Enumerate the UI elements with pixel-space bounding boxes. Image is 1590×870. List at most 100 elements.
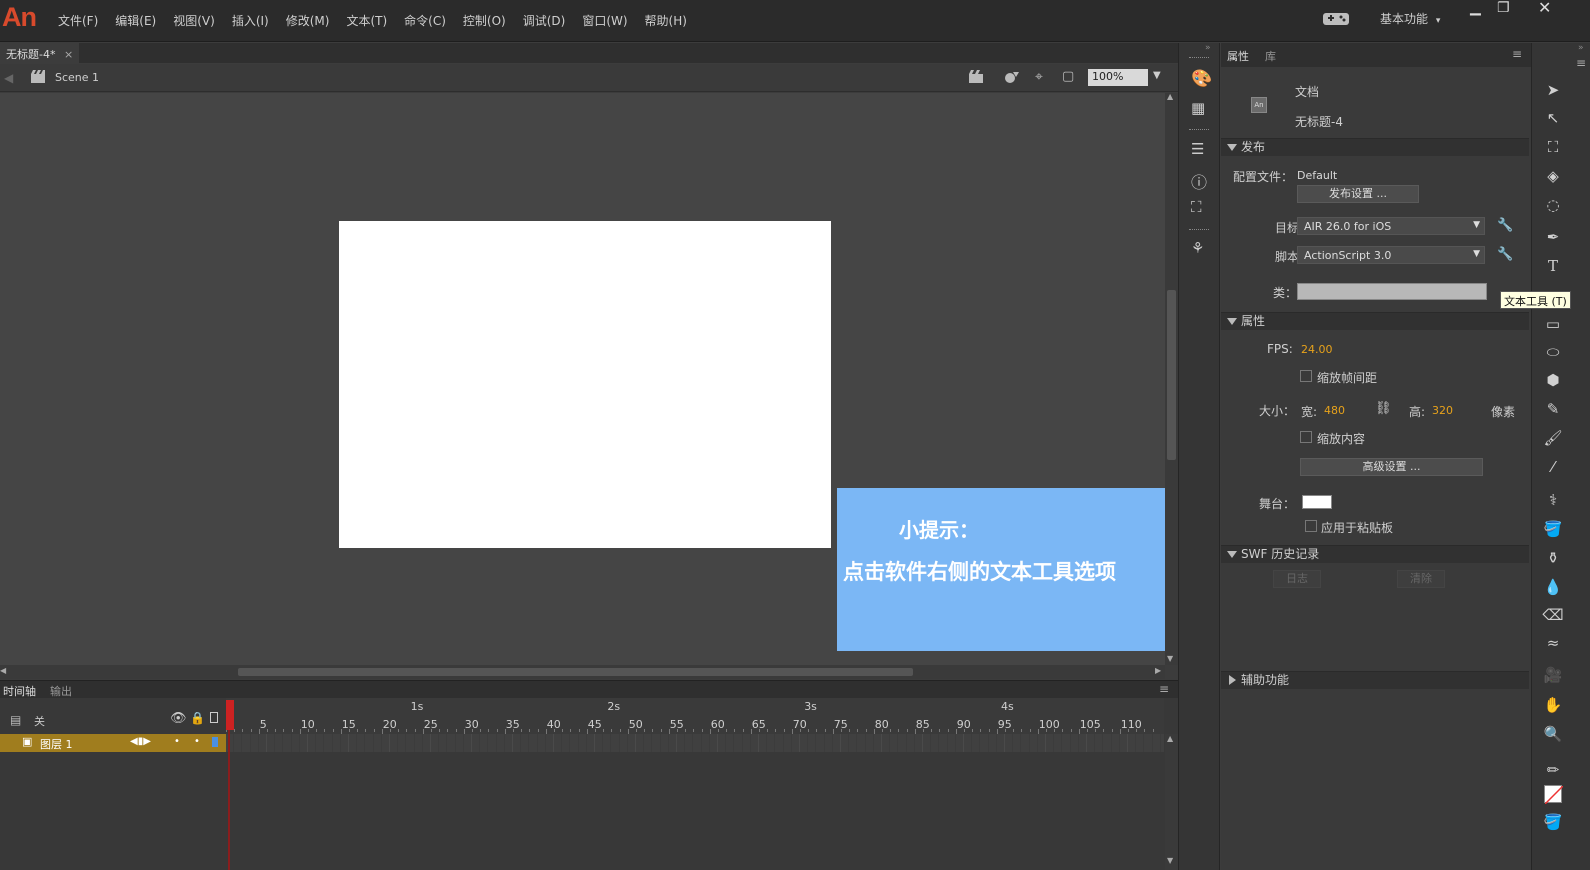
frame-cell[interactable] [595, 734, 604, 752]
frame-cell[interactable] [800, 734, 809, 752]
frame-cell[interactable] [964, 734, 973, 752]
frame-cell[interactable] [866, 734, 874, 752]
brush-tool-icon[interactable]: ⁄ [1542, 456, 1564, 478]
frame-cell[interactable] [669, 734, 677, 752]
ink-bottle-tool-icon[interactable]: ⚱ [1542, 547, 1564, 569]
pencil-tool-icon[interactable]: ✎ [1542, 398, 1564, 420]
stage-horizontal-scrollbar[interactable]: ◀ ▶ [0, 665, 1165, 679]
frame-cell[interactable] [242, 734, 251, 752]
frame-cell[interactable] [259, 734, 267, 752]
frame-cell[interactable] [390, 734, 399, 752]
hand-tool-icon[interactable]: ✋ [1542, 694, 1564, 716]
frame-cell[interactable] [300, 734, 308, 752]
frame-cell[interactable] [816, 734, 825, 752]
camera-tool-icon[interactable]: 🎥 [1542, 664, 1564, 686]
class-input[interactable] [1297, 283, 1487, 300]
scroll-down-icon[interactable]: ▼ [1167, 654, 1173, 663]
menu-file[interactable]: 文件(F) [58, 12, 98, 29]
frame-cell[interactable] [1103, 734, 1112, 752]
frame-cell[interactable] [505, 734, 513, 752]
frame-cell[interactable] [882, 734, 891, 752]
frame-cell[interactable] [251, 734, 259, 752]
frame-cell[interactable] [349, 734, 358, 752]
tab-timeline[interactable]: 时间轴 [3, 683, 36, 699]
lock-icon[interactable]: 🔒 [190, 711, 205, 725]
3d-rotation-tool-icon[interactable]: ◈ [1542, 165, 1564, 187]
frame-cell[interactable] [1062, 734, 1071, 752]
menu-modify[interactable]: 修改(M) [286, 12, 330, 29]
frame-cell[interactable] [677, 734, 686, 752]
log-button[interactable]: 日志 [1273, 570, 1321, 588]
script-dropdown[interactable]: ActionScript 3.0 ▼ [1297, 246, 1485, 264]
hscroll-thumb[interactable] [238, 668, 913, 676]
frame-cell[interactable] [923, 734, 932, 752]
frame-cell[interactable] [488, 734, 497, 752]
frame-cell[interactable] [554, 734, 563, 752]
paint-bucket-tool-icon[interactable]: 🪣 [1542, 518, 1564, 540]
swf-history-section-header[interactable]: SWF 历史记录 [1221, 545, 1529, 563]
menu-text[interactable]: 文本(T) [346, 12, 387, 29]
frame-cell[interactable] [702, 734, 710, 752]
scale-spans-checkbox[interactable] [1300, 370, 1312, 382]
text-tool-icon[interactable]: T [1542, 255, 1564, 277]
frame-cell[interactable] [1021, 734, 1030, 752]
apply-pasteboard-checkbox[interactable] [1305, 520, 1317, 532]
frame-cell[interactable] [365, 734, 374, 752]
frame-cell[interactable] [579, 734, 587, 752]
frame-cell[interactable] [283, 734, 292, 752]
frame-cell[interactable] [849, 734, 858, 752]
frame-cell[interactable] [652, 734, 661, 752]
frame-cell[interactable] [382, 734, 390, 752]
frame-cell[interactable] [456, 734, 464, 752]
frame-ruler[interactable]: 1510152025303540455055606570758085909510… [226, 698, 1164, 734]
tl-scroll-down-icon[interactable]: ▼ [1167, 856, 1173, 865]
tab-output[interactable]: 输出 [50, 683, 72, 699]
frame-cell[interactable] [644, 734, 653, 752]
menu-insert[interactable]: 插入(I) [232, 12, 269, 29]
stage-color-swatch[interactable] [1302, 495, 1332, 509]
collapse-icon[interactable]: » [1205, 43, 1211, 53]
polystar-tool-icon[interactable]: ⬢ [1542, 369, 1564, 391]
frame-cell[interactable] [874, 734, 882, 752]
color-palette-icon[interactable]: 🎨 [1191, 69, 1212, 89]
menu-help[interactable]: 帮助(H) [645, 12, 687, 29]
frame-cell[interactable] [562, 734, 571, 752]
frame-cell[interactable] [1054, 734, 1063, 752]
frame-cell[interactable] [734, 734, 743, 752]
frame-cell[interactable] [570, 734, 579, 752]
frame-cell[interactable] [989, 734, 997, 752]
frame-cell[interactable] [1120, 734, 1128, 752]
frame-cell[interactable] [693, 734, 702, 752]
frame-cell[interactable] [710, 734, 718, 752]
frame-cell[interactable] [1013, 734, 1022, 752]
bone-tool-icon[interactable]: ⚕ [1542, 489, 1564, 511]
frame-cell[interactable] [587, 734, 595, 752]
frame-cell[interactable] [275, 734, 284, 752]
frame-cell[interactable] [447, 734, 456, 752]
frame-cell[interactable] [513, 734, 522, 752]
frame-cell[interactable] [784, 734, 792, 752]
layer-row[interactable]: ▣ 图层 1 ◀▮▶ • • [0, 734, 226, 752]
link-icon[interactable]: ⛓ [1375, 401, 1392, 416]
frame-cell[interactable] [431, 734, 440, 752]
eye-icon[interactable]: 👁 [170, 711, 187, 726]
layer-name[interactable]: 图层 1 [40, 736, 73, 752]
frame-cell[interactable] [759, 734, 768, 752]
frame-cell[interactable] [316, 734, 325, 752]
accessibility-section-header[interactable]: 辅助功能 [1221, 671, 1529, 689]
frame-cell[interactable] [997, 734, 1005, 752]
frame-cell[interactable] [423, 734, 431, 752]
frame-cell[interactable] [611, 734, 620, 752]
layer-color-swatch[interactable] [212, 737, 218, 747]
document-tab[interactable]: 无标题-4* × [0, 43, 80, 63]
frame-cell[interactable] [603, 734, 612, 752]
frame-cell[interactable] [825, 734, 833, 752]
width-value[interactable]: 480 [1324, 404, 1345, 417]
frame-cell[interactable] [1046, 734, 1055, 752]
frame-cell[interactable] [529, 734, 538, 752]
width-tool-icon[interactable]: ≈ [1542, 632, 1564, 654]
fill-bucket-icon[interactable]: 🪣 [1542, 811, 1564, 833]
frame-cell[interactable] [398, 734, 407, 752]
frame-cell[interactable] [480, 734, 489, 752]
frame-cell[interactable] [898, 734, 907, 752]
